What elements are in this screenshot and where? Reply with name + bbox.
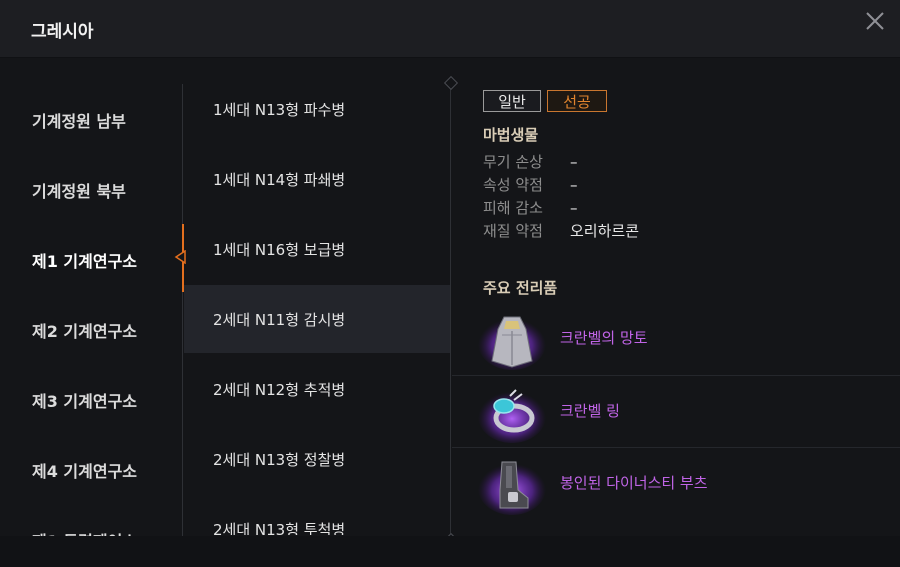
- region-item-mech-garden-north[interactable]: 기계정원 북부: [32, 178, 182, 208]
- title-bar: 그레시아: [0, 0, 900, 58]
- bottom-strip: [0, 536, 900, 567]
- loot-section-title: 주요 전리품: [483, 279, 558, 297]
- region-item-lab-1[interactable]: 제1 기계연구소: [32, 248, 182, 278]
- region-item-lab-2[interactable]: 제2 기계연구소: [32, 318, 182, 348]
- monster-item-selected[interactable]: 2세대 N11형 감시병: [184, 285, 450, 353]
- stat-value: –: [570, 153, 578, 171]
- loot-item[interactable]: 크란벨의 망토: [452, 303, 900, 375]
- monster-item-label: 2세대 N11형 감시병: [213, 311, 346, 329]
- bestiary-window: 그레시아 기계정원 남부 기계정원 북부 제1 기계연구소 제2 기계연구소 제…: [0, 0, 900, 567]
- monster-item-label: 1세대 N16형 보급병: [213, 241, 346, 259]
- monster-item[interactable]: 1세대 N14형 파쇄병: [184, 145, 450, 213]
- close-button[interactable]: [862, 8, 888, 34]
- tab-first-strike[interactable]: 선공: [547, 90, 607, 112]
- stat-label: 재질 약점: [483, 222, 543, 240]
- loot-item[interactable]: 봉인된 다이너스티 부츠: [452, 447, 900, 520]
- stat-row: 속성 약점 –: [483, 174, 578, 196]
- cloak-icon: [478, 316, 546, 370]
- monster-list: 1세대 N13형 파수병 1세대 N14형 파쇄병 1세대 N16형 보급병 2…: [184, 75, 450, 535]
- region-item-mech-garden-south[interactable]: 기계정원 남부: [32, 108, 182, 138]
- stat-row: 재질 약점 오리하르콘: [483, 220, 639, 242]
- monster-item[interactable]: 2세대 N12형 추적병: [184, 355, 450, 423]
- monster-item-label: 2세대 N13형 정찰병: [213, 451, 346, 469]
- column-divider: [450, 84, 451, 538]
- stat-label: 속성 약점: [483, 176, 543, 194]
- loot-item-name: 크란벨 링: [560, 402, 620, 420]
- ring-icon: [478, 389, 546, 443]
- window-title: 그레시아: [31, 22, 94, 42]
- monster-item-label: 2세대 N13형 투척병: [213, 521, 346, 535]
- loot-item-name: 크란벨의 망토: [560, 329, 648, 347]
- stat-row: 무기 손상 –: [483, 151, 578, 173]
- stat-label: 무기 손상: [483, 153, 543, 171]
- region-item-power-control-1[interactable]: 제1 동력제어소: [32, 528, 182, 536]
- monster-item-label: 1세대 N13형 파수병: [213, 101, 346, 119]
- region-list: 기계정원 남부 기계정원 북부 제1 기계연구소 제2 기계연구소 제3 기계연…: [0, 58, 183, 536]
- loot-item-name: 봉인된 다이너스티 부츠: [560, 474, 708, 492]
- monster-item[interactable]: 2세대 N13형 투척병: [184, 495, 450, 535]
- close-icon: [866, 12, 884, 30]
- stat-row: 피해 감소 –: [483, 197, 578, 219]
- region-item-lab-3[interactable]: 제3 기계연구소: [32, 388, 182, 418]
- tab-normal[interactable]: 일반: [483, 90, 541, 112]
- stat-value: –: [570, 176, 578, 194]
- stat-value: 오리하르콘: [570, 222, 640, 240]
- monster-detail-panel: 일반 선공 마법생물 무기 손상 – 속성 약점 – 피해 감소 – 재질 약점 오리하…: [452, 58, 900, 536]
- column-divider: [182, 84, 183, 536]
- loot-item[interactable]: 크란벨 링: [452, 375, 900, 448]
- monster-item-label: 1세대 N14형 파쇄병: [213, 171, 346, 189]
- monster-item[interactable]: 1세대 N13형 파수병: [184, 75, 450, 143]
- boots-icon: [478, 461, 546, 515]
- monster-item-label: 2세대 N12형 추적병: [213, 381, 346, 399]
- monster-item[interactable]: 2세대 N13형 정찰병: [184, 425, 450, 493]
- monster-category: 마법생물: [483, 126, 539, 144]
- stat-label: 피해 감소: [483, 199, 543, 217]
- region-item-lab-4[interactable]: 제4 기계연구소: [32, 458, 182, 488]
- stat-value: –: [570, 199, 578, 217]
- monster-item[interactable]: 1세대 N16형 보급병: [184, 215, 450, 283]
